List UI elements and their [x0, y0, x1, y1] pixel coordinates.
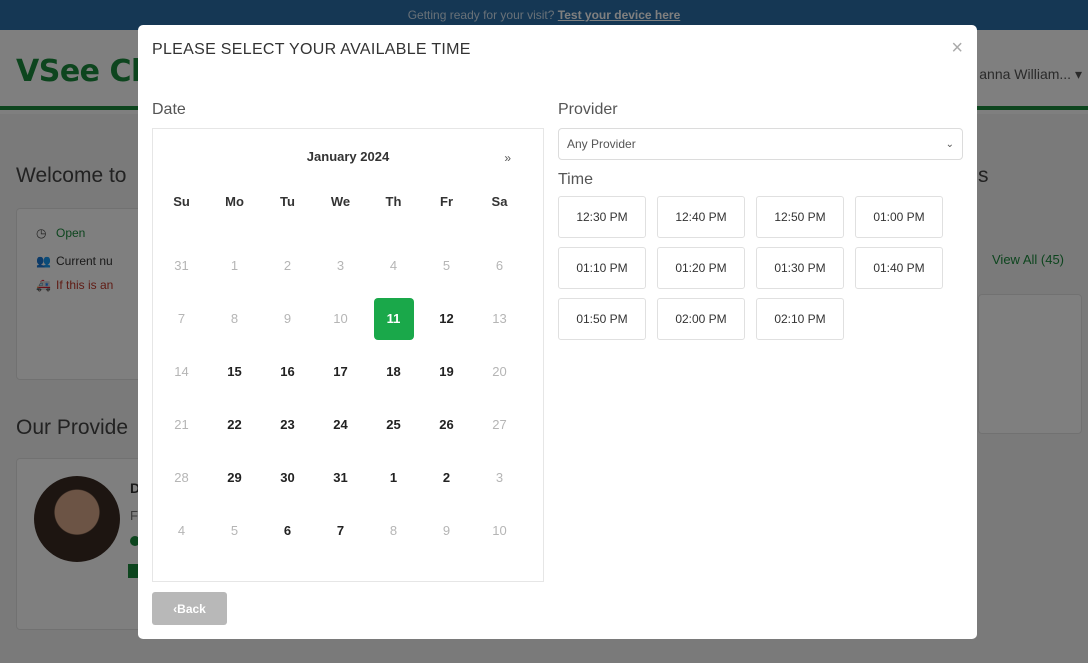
calendar-day: 5: [230, 523, 239, 538]
calendar-day-selected[interactable]: 11: [367, 292, 420, 345]
time-slot-button[interactable]: 12:50 PM: [756, 196, 844, 238]
calendar-nav: January 2024 »: [153, 149, 543, 169]
weekday-header: Tu: [280, 193, 295, 209]
calendar-day: 31: [174, 258, 189, 273]
calendar-day[interactable]: 6: [261, 504, 314, 557]
chevron-down-icon: ⌄: [945, 138, 954, 150]
calendar-day: 3: [495, 470, 504, 485]
calendar-day[interactable]: 25: [367, 398, 420, 451]
calendar-day: 13: [492, 311, 507, 326]
calendar-day[interactable]: 26: [420, 398, 473, 451]
weekday-header: Th: [385, 193, 402, 209]
calendar-day[interactable]: 19: [420, 345, 473, 398]
time-slot-button[interactable]: 01:50 PM: [558, 298, 646, 340]
calendar-day[interactable]: 12: [420, 292, 473, 345]
calendar-day: 10: [333, 311, 348, 326]
calendar-day[interactable]: 18: [367, 345, 420, 398]
calendar-day: 4: [177, 523, 186, 538]
weekday-header: Mo: [225, 193, 244, 209]
back-button[interactable]: ‹Back: [152, 592, 227, 625]
calendar-day: 7: [177, 311, 186, 326]
calendar-day: 14: [174, 364, 189, 379]
calendar-day[interactable]: 7: [314, 504, 367, 557]
provider-select-value: Any Provider: [567, 137, 636, 151]
weekday-header: Su: [173, 193, 190, 209]
time-slot-button[interactable]: 01:10 PM: [558, 247, 646, 289]
time-slot-button[interactable]: 12:40 PM: [657, 196, 745, 238]
calendar-day[interactable]: 17: [314, 345, 367, 398]
calendar-day[interactable]: 2: [420, 451, 473, 504]
calendar-day[interactable]: 30: [261, 451, 314, 504]
close-icon[interactable]: ×: [951, 37, 963, 60]
calendar-day: 2: [283, 258, 292, 273]
calendar-day: 27: [492, 417, 507, 432]
select-time-modal: PLEASE SELECT YOUR AVAILABLE TIME × Date…: [138, 25, 977, 639]
calendar-day: 8: [389, 523, 398, 538]
time-slot-button[interactable]: 02:00 PM: [657, 298, 745, 340]
calendar-day: 3: [336, 258, 345, 273]
selected-day-label: 11: [373, 297, 414, 340]
calendar-day[interactable]: 22: [208, 398, 261, 451]
next-month-icon[interactable]: »: [504, 151, 511, 165]
calendar-day[interactable]: 24: [314, 398, 367, 451]
weekday-header: We: [330, 193, 351, 209]
time-slot-button[interactable]: 01:30 PM: [756, 247, 844, 289]
calendar-day: 4: [389, 258, 398, 273]
calendar-day: 6: [495, 258, 504, 273]
calendar-day: 5: [442, 258, 451, 273]
calendar-day[interactable]: 15: [208, 345, 261, 398]
calendar-day[interactable]: 29: [208, 451, 261, 504]
time-slot-button[interactable]: 01:20 PM: [657, 247, 745, 289]
date-label: Date: [152, 101, 186, 118]
calendar-grid: Su Mo Tu We Th Fr Sa 31 1 2 3 4 5 6 7 8 9 10 11 12 13 14 15 16 1…: [155, 186, 526, 557]
calendar-day: 8: [230, 311, 239, 326]
calendar-day[interactable]: 1: [367, 451, 420, 504]
calendar-day[interactable]: 31: [314, 451, 367, 504]
calendar-day: 28: [174, 470, 189, 485]
provider-label: Provider: [558, 101, 618, 118]
calendar-day: 1: [230, 258, 239, 273]
time-slot-grid: 12:30 PM 12:40 PM 12:50 PM 01:00 PM 01:10 PM…: [558, 196, 943, 340]
provider-select[interactable]: Any Provider ⌄: [558, 128, 963, 160]
calendar-day: 9: [442, 523, 451, 538]
time-slot-button[interactable]: 01:00 PM: [855, 196, 943, 238]
weekday-header: Sa: [491, 193, 508, 209]
calendar-day: 10: [492, 523, 507, 538]
time-label: Time: [558, 171, 593, 188]
time-slot-button[interactable]: 01:40 PM: [855, 247, 943, 289]
calendar-day[interactable]: 23: [261, 398, 314, 451]
calendar-day: 21: [174, 417, 189, 432]
weekday-header: Fr: [440, 193, 453, 209]
calendar-day: 9: [283, 311, 292, 326]
calendar-day[interactable]: 16: [261, 345, 314, 398]
time-slot-button[interactable]: 02:10 PM: [756, 298, 844, 340]
calendar-day: 20: [492, 364, 507, 379]
calendar-month: January 2024: [306, 149, 390, 164]
date-picker: January 2024 » Su Mo Tu We Th Fr Sa 31 1 2 3 4 5 6 7 8 9…: [152, 128, 544, 582]
time-slot-button[interactable]: 12:30 PM: [558, 196, 646, 238]
modal-title: PLEASE SELECT YOUR AVAILABLE TIME: [152, 41, 471, 58]
